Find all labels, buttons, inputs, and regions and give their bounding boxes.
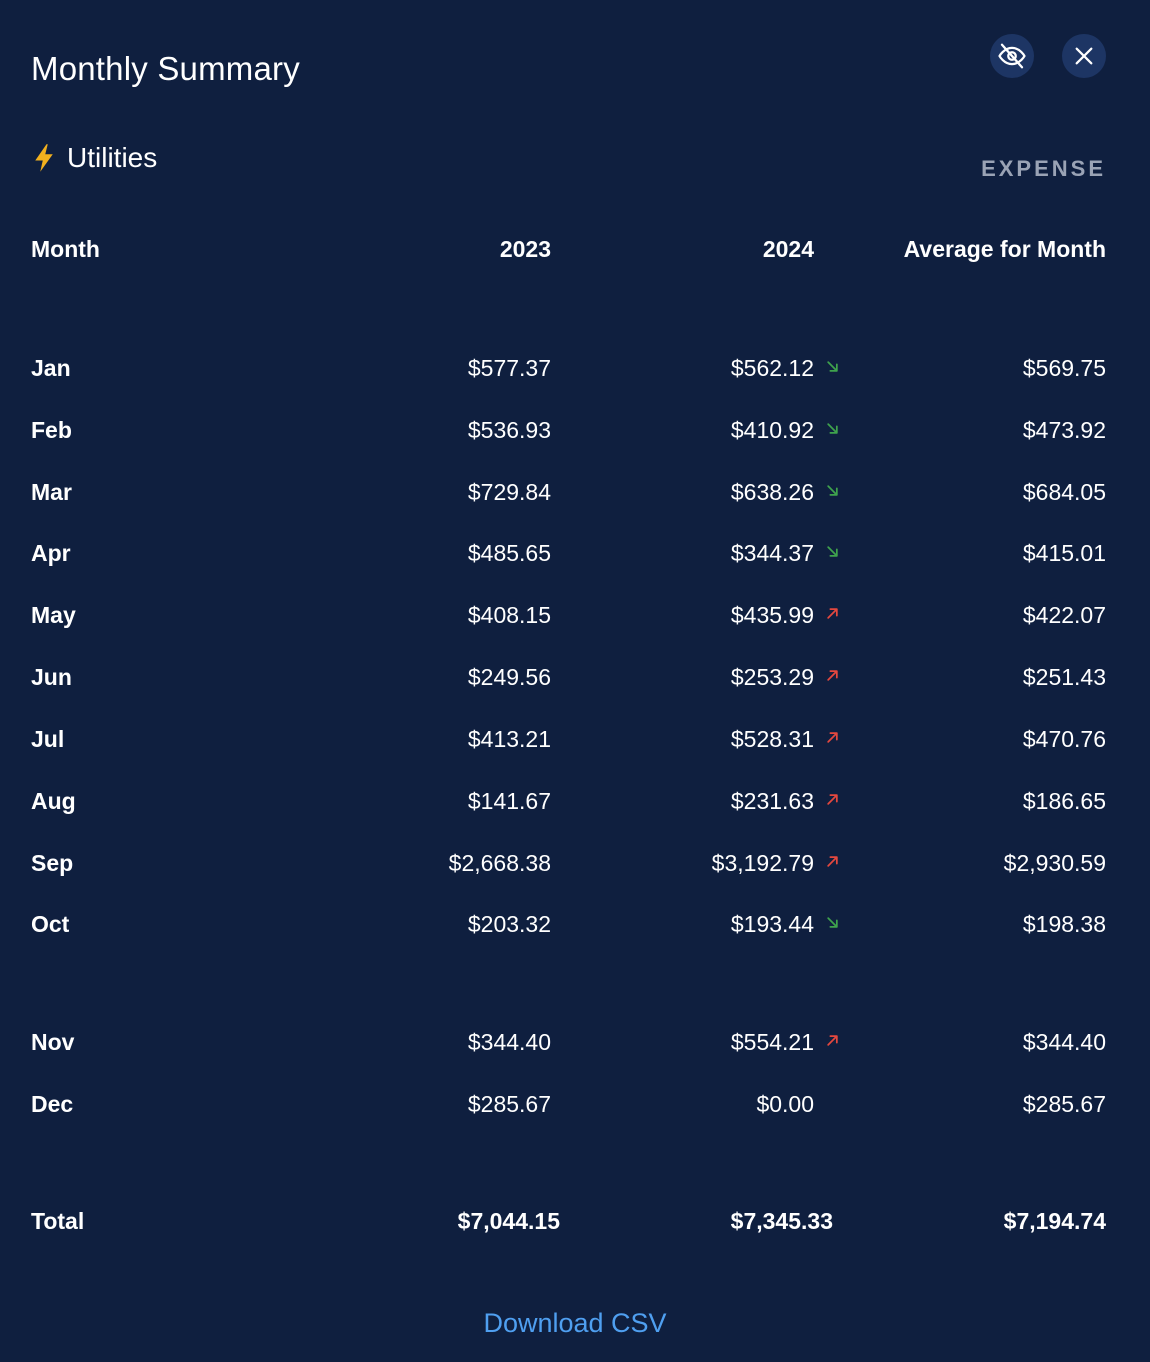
- value-2024-cell: $435.99: [730, 602, 814, 628]
- value-2023-cell: $2,668.38: [448, 850, 551, 876]
- header-2023: 2023: [499, 236, 551, 262]
- value-2024-cell: $344.37: [730, 540, 814, 566]
- month-cell: May: [31, 602, 76, 628]
- value-2023-cell: $413.21: [467, 726, 551, 752]
- trend-up-arrow-icon: [827, 856, 838, 867]
- table-row: Mar $729.84 $638.26 $684.05: [0, 472, 1150, 512]
- month-cell: Mar: [31, 479, 72, 505]
- value-2024-cell: $562.12: [730, 355, 814, 381]
- value-2023-cell: $729.84: [467, 479, 551, 505]
- value-2024-cell: $231.63: [730, 788, 814, 814]
- table-row: Jun $249.56 $253.29 $251.43: [0, 657, 1150, 697]
- trend-down-arrow-icon: [827, 423, 838, 434]
- average-cell: $2,930.59: [1003, 850, 1106, 876]
- average-cell: $415.01: [1022, 540, 1106, 566]
- value-2023-cell: $203.32: [467, 911, 551, 937]
- average-cell: $569.75: [1022, 355, 1106, 381]
- value-2024-cell: $193.44: [730, 911, 814, 937]
- month-cell: Apr: [31, 540, 71, 566]
- dialog-title: Monthly Summary: [31, 50, 300, 87]
- value-2023-cell: $141.67: [467, 788, 551, 814]
- value-2023-cell: $285.67: [467, 1091, 551, 1117]
- table-row: Dec $285.67 $0.00 $285.67: [0, 1084, 1150, 1124]
- value-2024-cell: $410.92: [730, 417, 814, 443]
- trend-down-arrow-icon: [827, 485, 838, 496]
- value-2023-cell: $536.93: [467, 417, 551, 443]
- close-button[interactable]: [1062, 34, 1106, 78]
- average-cell: $684.05: [1022, 479, 1106, 505]
- average-cell: $186.65: [1022, 788, 1106, 814]
- value-2023-cell: $344.40: [467, 1029, 551, 1055]
- category-label: Utilities: [31, 142, 157, 174]
- average-cell: $473.92: [1022, 417, 1106, 443]
- table-row: Sep $2,668.38 $3,192.79 $2,930.59: [0, 843, 1150, 883]
- average-cell: $251.43: [1022, 664, 1106, 690]
- month-cell: Oct: [31, 911, 70, 937]
- table-row: Jul $413.21 $528.31 $470.76: [0, 719, 1150, 759]
- month-cell: Sep: [31, 850, 74, 876]
- total-2024: $7,345.33: [730, 1208, 833, 1234]
- value-2023-cell: $249.56: [467, 664, 551, 690]
- download-csv-link[interactable]: Download CSV: [0, 1308, 1150, 1339]
- header-month: Month: [31, 236, 100, 262]
- header-average: Average for Month: [903, 236, 1106, 262]
- table-row: May $408.15 $435.99 $422.07: [0, 595, 1150, 635]
- table-row: Oct $203.32 $193.44 $198.38: [0, 904, 1150, 944]
- category-name: Utilities: [67, 142, 158, 173]
- table-row: Nov $344.40 $554.21 $344.40: [0, 1022, 1150, 1062]
- average-cell: $344.40: [1022, 1029, 1106, 1055]
- value-2024-cell: $3,192.79: [711, 850, 814, 876]
- month-cell: Jul: [31, 726, 65, 752]
- eye-off-icon: [998, 43, 1026, 69]
- average-cell: $198.38: [1022, 911, 1106, 937]
- value-2023-cell: $577.37: [467, 355, 551, 381]
- total-average: $7,194.74: [1003, 1208, 1106, 1234]
- total-row: Total $7,044.15 $7,345.33 $7,194.74: [0, 1201, 1150, 1241]
- value-2023-cell: $485.65: [467, 540, 551, 566]
- header-2024: 2024: [762, 236, 814, 262]
- category-kind-badge: EXPENSE: [981, 156, 1106, 181]
- trend-up-arrow-icon: [827, 794, 838, 805]
- value-2024-cell: $0.00: [756, 1091, 814, 1117]
- table-row: Feb $536.93 $410.92 $473.92: [0, 410, 1150, 450]
- trend-down-arrow-icon: [827, 546, 838, 557]
- value-2024-cell: $638.26: [730, 479, 814, 505]
- total-label: Total: [31, 1208, 85, 1234]
- month-cell: Nov: [31, 1029, 75, 1055]
- table-row: Aug $141.67 $231.63 $186.65: [0, 781, 1150, 821]
- trend-down-arrow-icon: [827, 361, 838, 372]
- trend-up-arrow-icon: [827, 732, 838, 743]
- month-cell: Jan: [31, 355, 71, 381]
- average-cell: $470.76: [1022, 726, 1106, 752]
- average-cell: $422.07: [1022, 602, 1106, 628]
- value-2023-cell: $408.15: [467, 602, 551, 628]
- trend-up-arrow-icon: [827, 608, 838, 619]
- month-cell: Dec: [31, 1091, 74, 1117]
- trend-up-arrow-icon: [827, 670, 838, 681]
- lightning-bolt-icon: [35, 144, 53, 172]
- value-2024-cell: $253.29: [730, 664, 814, 690]
- month-cell: Jun: [31, 664, 72, 690]
- table-row: Apr $485.65 $344.37 $415.01: [0, 533, 1150, 573]
- total-2023: $7,044.15: [457, 1208, 560, 1234]
- value-2024-cell: $554.21: [730, 1029, 814, 1055]
- value-2024-cell: $528.31: [730, 726, 814, 752]
- close-icon: [1075, 47, 1093, 65]
- average-cell: $285.67: [1022, 1091, 1106, 1117]
- month-cell: Aug: [31, 788, 76, 814]
- table-row: Jan $577.37 $562.12 $569.75: [0, 348, 1150, 388]
- trend-down-arrow-icon: [827, 917, 838, 928]
- month-cell: Feb: [31, 417, 72, 443]
- hide-values-button[interactable]: [990, 34, 1034, 78]
- trend-up-arrow-icon: [827, 1035, 838, 1046]
